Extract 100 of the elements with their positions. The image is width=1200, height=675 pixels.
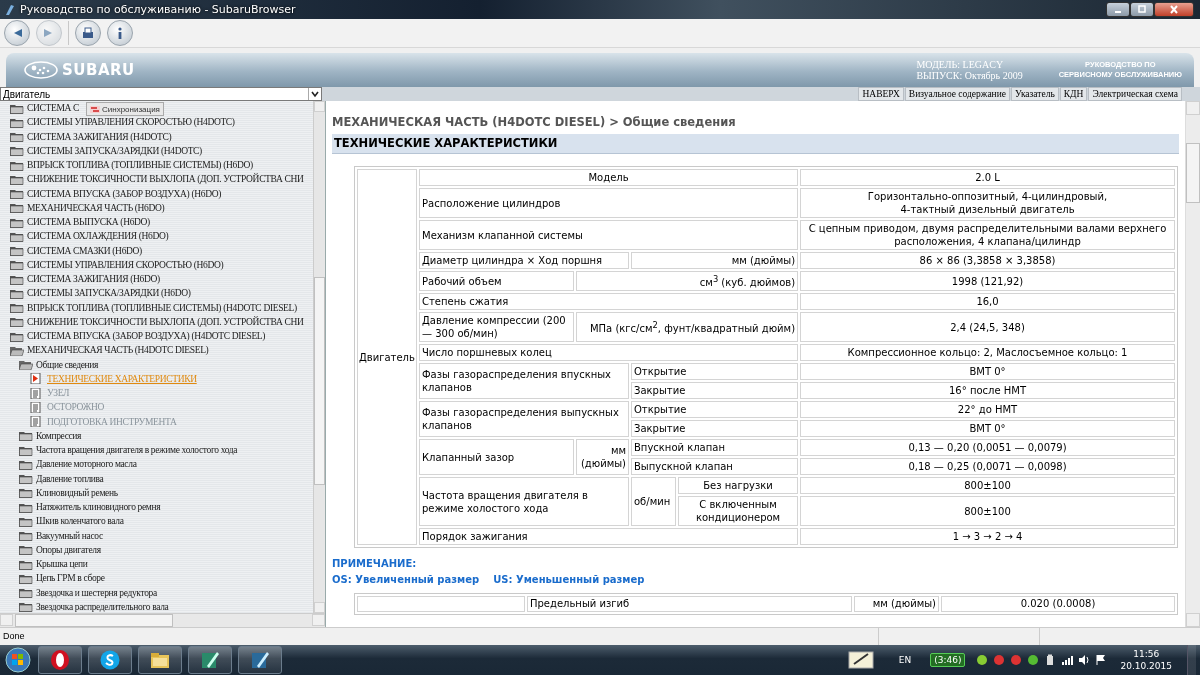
- table-cell: см$^{3}$ (куб. дюймов): [576, 271, 799, 292]
- tree-folder-item[interactable]: СИСТЕМА ЗАЖИГАНИЯ (H4DOTC): [10, 130, 172, 144]
- folder-icon: [10, 302, 24, 314]
- table-cell: Число поршневых колец: [419, 344, 799, 362]
- folder-icon: [10, 159, 24, 171]
- folder-icon: [10, 287, 24, 299]
- tree-folder-item[interactable]: СИСТЕМА ВПУСКА (ЗАБОР ВОЗДУХА) (H6DO): [10, 187, 221, 201]
- close-button[interactable]: [1154, 2, 1194, 17]
- table-cell: Предельный изгиб: [527, 596, 852, 613]
- table-cell: 2,4 (24,5, 348): [800, 312, 1175, 343]
- taskbar-app[interactable]: [138, 646, 182, 674]
- flag-icon: [1095, 654, 1108, 666]
- table-cell: ВМТ 0°: [800, 363, 1175, 381]
- start-button[interactable]: [4, 646, 32, 674]
- folder-icon: [10, 216, 24, 228]
- folder-icon: [19, 473, 33, 485]
- table-cell: Без нагрузки: [678, 477, 799, 495]
- folder-icon: [10, 344, 24, 356]
- tree-folder-item[interactable]: ВПРЫСК ТОПЛИВА (ТОПЛИВНЫЕ СИСТЕМЫ) (H4DOTC DIESEL): [10, 301, 297, 315]
- status-icon: [976, 654, 989, 666]
- folder-icon: [19, 430, 33, 442]
- folder-icon: [19, 587, 33, 599]
- tree-folder-item[interactable]: СИСТЕМА ОХЛАЖДЕНИЯ (H6DO): [10, 229, 169, 243]
- section-dropdown[interactable]: Двигатель: [0, 87, 322, 101]
- scrollbar[interactable]: [313, 101, 325, 613]
- tree-folder-item[interactable]: СИСТЕМА ВЫПУСКА (H6DO): [10, 215, 150, 229]
- stylus-icon: [199, 649, 221, 671]
- note-title: ПРИМЕЧАНИЕ:: [332, 558, 418, 570]
- tree-folder-item[interactable]: СИСТЕМА СМАЗКИ (H6DO): [10, 244, 142, 258]
- folder-icon: [19, 501, 33, 513]
- page-icon: [30, 416, 44, 428]
- tree-folder-item[interactable]: Цепь ГРМ в сборе: [19, 571, 105, 585]
- tree-folder-item[interactable]: СИСТЕМЫ УПРАВЛЕНИЯ СКОРОСТЬЮ (H6DO): [10, 258, 224, 272]
- folder-icon: [10, 145, 24, 157]
- scrollbar[interactable]: [1185, 101, 1200, 627]
- nav-button[interactable]: НАВЕРХ: [858, 87, 904, 101]
- tree-folder-item[interactable]: ВПРЫСК ТОПЛИВА (ТОПЛИВНЫЕ СИСТЕМЫ) (H6DO): [10, 158, 253, 172]
- info-button[interactable]: [107, 20, 133, 46]
- tree-folder-item[interactable]: СИСТЕМЫ ЗАПУСКА/ЗАРЯДКИ (H6DO): [10, 286, 191, 300]
- table-cell: 22° до НМТ: [800, 401, 1175, 419]
- tree-folder-item[interactable]: Натяжитель клиновидного ремня: [19, 500, 161, 514]
- tree-folder-item[interactable]: СНИЖЕНИЕ ТОКСИЧНОСТИ ВЫХЛОПА (ДОП. УСТРОЙСТВА СНИ: [10, 172, 304, 186]
- tree-folder-item[interactable]: Частота вращения двигателя в режиме холостого хода: [19, 443, 238, 457]
- tree-folder-item[interactable]: Клиновидный ремень: [19, 486, 118, 500]
- table-cell: Механизм клапанной системы: [419, 220, 799, 250]
- tree-folder-item[interactable]: СИСТЕМЫ УПРАВЛЕНИЯ СКОРОСТЬЮ (H4DOTC): [10, 115, 235, 129]
- app-icon: [4, 3, 16, 16]
- nav-button[interactable]: Электрическая схема: [1088, 87, 1182, 101]
- maximize-button[interactable]: [1130, 2, 1154, 17]
- table-cell: ВМТ 0°: [800, 420, 1175, 438]
- back-button[interactable]: [4, 20, 30, 46]
- table-cell: МПа (кгс/см$^{2}$, фунт/квадратный дюйм): [576, 312, 799, 343]
- table-cell: 2.0 L: [800, 169, 1175, 186]
- folder-icon: [10, 102, 24, 114]
- table-cell: 86 × 86 (3,3858 × 3,3858): [800, 252, 1175, 269]
- table-cell: Закрытие: [631, 382, 799, 400]
- tree-folder-item[interactable]: СНИЖЕНИЕ ТОКСИЧНОСТИ ВЫХЛОПА (ДОП. УСТРОЙСТВА СНИ: [10, 315, 304, 329]
- folder-icon: [10, 188, 24, 200]
- folder-icon: [10, 259, 24, 271]
- tree-folder-item[interactable]: МЕХАНИЧЕСКАЯ ЧАСТЬ (H4DOTC DIESEL): [10, 343, 209, 357]
- clock[interactable]: 11:56 20.10.2015: [1120, 648, 1172, 672]
- section-heading: ТЕХНИЧЕСКИЕ ХАРАКТЕРИСТИКИ: [332, 134, 1179, 154]
- stylus-icon: [249, 649, 271, 671]
- folder-icon: [19, 444, 33, 456]
- table-cell: Закрытие: [631, 420, 799, 438]
- table-cell: Модель: [419, 169, 799, 186]
- print-button[interactable]: [75, 20, 101, 46]
- tree-folder-item[interactable]: Звездочка распределительного вала: [19, 600, 169, 613]
- tree-folder-item[interactable]: Давление топлива: [19, 472, 104, 486]
- folder-icon: [10, 245, 24, 257]
- tree-folder-item[interactable]: МЕХАНИЧЕСКАЯ ЧАСТЬ (H6DO): [10, 201, 165, 215]
- tree-folder-item[interactable]: Крышка цепи: [19, 557, 88, 571]
- minimize-button[interactable]: [1106, 2, 1130, 17]
- tree-folder-item[interactable]: Общие сведения: [19, 358, 99, 372]
- taskbar-app[interactable]: [188, 646, 232, 674]
- tree-folder-item[interactable]: СИСТЕМА С: [10, 101, 79, 115]
- tree-folder-item[interactable]: СИСТЕМА ЗАЖИГАНИЯ (H6DO): [10, 272, 160, 286]
- status-text: Done: [2, 630, 26, 643]
- pen-input-icon: [847, 650, 874, 670]
- taskbar-app[interactable]: [88, 646, 132, 674]
- tree-folder-item[interactable]: Опоры двигателя: [19, 543, 101, 557]
- tree-folder-item[interactable]: СИСТЕМЫ ЗАПУСКА/ЗАРЯДКИ (H4DOTC): [10, 144, 202, 158]
- tree-folder-item[interactable]: СИСТЕМА ВПУСКА (ЗАБОР ВОЗДУХА) (H4DOTC DIESEL): [10, 329, 266, 343]
- nav-button[interactable]: КДН: [1059, 87, 1088, 101]
- language-indicator[interactable]: EN: [898, 655, 912, 665]
- folder-icon: [10, 173, 24, 185]
- tree-folder-item[interactable]: Компрессия: [19, 429, 82, 443]
- tree-folder-item[interactable]: Звездочка и шестерня редуктора: [19, 586, 157, 600]
- nav-button[interactable]: Указатель: [1011, 87, 1059, 101]
- taskbar-app[interactable]: [238, 646, 282, 674]
- table-cell: Открытие: [631, 401, 799, 419]
- nav-button[interactable]: Визуальное содержание: [904, 87, 1010, 101]
- tree-folder-item[interactable]: Вакуумный насос: [19, 529, 103, 543]
- scrollbar[interactable]: [0, 613, 325, 627]
- taskbar-app[interactable]: [38, 646, 82, 674]
- tree-folder-item[interactable]: Шкив коленчатого вала: [19, 514, 124, 528]
- table-cell: Открытие: [631, 363, 799, 381]
- folder-icon: [19, 558, 33, 570]
- tree-folder-item[interactable]: Давление моторного масла: [19, 457, 137, 471]
- folder-icon: [10, 330, 24, 342]
